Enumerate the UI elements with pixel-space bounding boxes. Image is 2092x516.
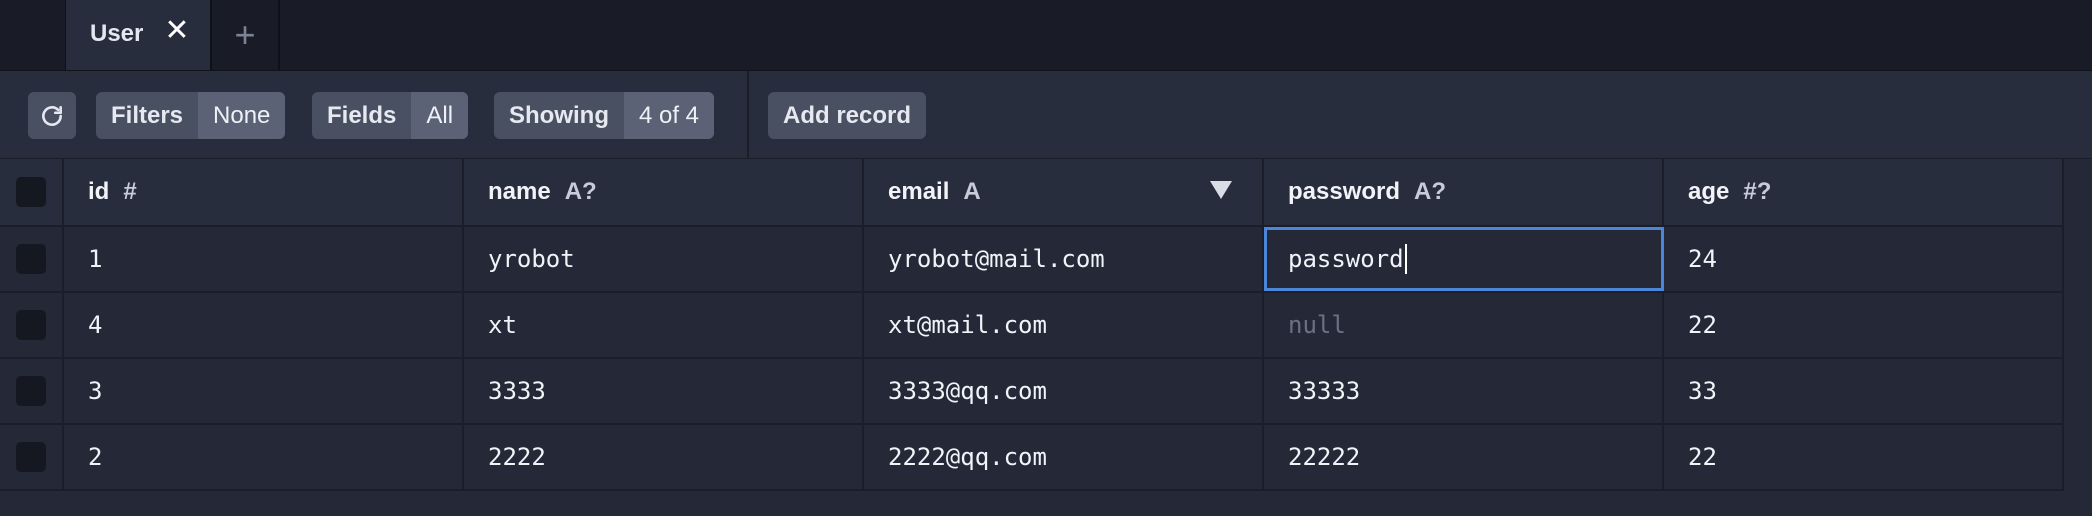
row-checkbox[interactable] xyxy=(16,310,46,340)
refresh-button[interactable] xyxy=(28,92,76,139)
cell-email[interactable]: xt@mail.com xyxy=(864,293,1264,357)
cell-password-null[interactable]: null xyxy=(1264,293,1664,357)
column-header-password[interactable]: password A? xyxy=(1264,159,1664,225)
column-type: #? xyxy=(1743,178,1772,205)
column-type: A? xyxy=(1414,178,1447,205)
column-type: A xyxy=(963,178,981,205)
cell-email[interactable]: yrobot@mail.com xyxy=(864,227,1264,291)
row-select-cell xyxy=(0,359,64,423)
table-row: 4 xt xt@mail.com null 22 xyxy=(0,293,2064,359)
cell-password[interactable]: 33333 xyxy=(1264,359,1664,423)
column-name: name xyxy=(488,178,551,205)
cell-password-editing[interactable]: password xyxy=(1264,227,1664,291)
toolbar-divider xyxy=(747,71,749,158)
tab-label: User xyxy=(90,20,144,47)
toolbar: Filters None Fields All Showing 4 of 4 A… xyxy=(0,71,2092,159)
cell-email[interactable]: 2222@qq.com xyxy=(864,425,1264,489)
row-select-cell xyxy=(0,425,64,489)
add-record-button[interactable]: Add record xyxy=(768,92,927,139)
column-name: email xyxy=(888,178,950,205)
showing-label: Showing xyxy=(509,101,609,129)
cell-age[interactable]: 22 xyxy=(1664,293,2064,357)
add-tab-button[interactable]: + xyxy=(212,0,280,70)
cell-password[interactable]: 22222 xyxy=(1264,425,1664,489)
cell-name[interactable]: 3333 xyxy=(464,359,864,423)
text-caret xyxy=(1404,244,1407,274)
row-checkbox[interactable] xyxy=(16,244,46,274)
showing-button[interactable]: Showing 4 of 4 xyxy=(494,92,715,139)
tab-bar: User ✕ + xyxy=(0,0,2092,71)
showing-value: 4 of 4 xyxy=(623,92,715,139)
cell-email[interactable]: 3333@qq.com xyxy=(864,359,1264,423)
cell-id[interactable]: 1 xyxy=(64,227,464,291)
select-all-cell xyxy=(0,159,64,225)
filters-button[interactable]: Filters None xyxy=(96,92,286,139)
table-row: 3 3333 3333@qq.com 33333 33 xyxy=(0,359,2064,425)
table-row: 2 2222 2222@qq.com 22222 22 xyxy=(0,425,2064,491)
table-row: 1 yrobot yrobot@mail.com password 24 xyxy=(0,227,2064,293)
table-header: id # name A? email A password A? age #? xyxy=(0,159,2064,227)
column-name: age xyxy=(1688,178,1730,205)
tab-user[interactable]: User ✕ xyxy=(66,0,212,70)
column-header-name[interactable]: name A? xyxy=(464,159,864,225)
column-header-age[interactable]: age #? xyxy=(1664,159,2064,225)
sort-desc-icon[interactable] xyxy=(1210,181,1232,199)
cell-name[interactable]: xt xyxy=(464,293,864,357)
cell-edit-value[interactable]: password xyxy=(1288,245,1404,273)
fields-label: Fields xyxy=(327,101,397,129)
row-checkbox[interactable] xyxy=(16,376,46,406)
cell-name[interactable]: yrobot xyxy=(464,227,864,291)
records-table: id # name A? email A password A? age #? … xyxy=(0,159,2064,491)
cell-id[interactable]: 4 xyxy=(64,293,464,357)
close-icon[interactable]: ✕ xyxy=(164,16,190,46)
column-name: id xyxy=(88,178,110,205)
row-select-cell xyxy=(0,227,64,291)
column-header-id[interactable]: id # xyxy=(64,159,464,225)
filters-value: None xyxy=(198,92,286,139)
column-name: password xyxy=(1288,178,1401,205)
filters-label: Filters xyxy=(111,101,184,129)
cell-age[interactable]: 22 xyxy=(1664,425,2064,489)
cell-id[interactable]: 2 xyxy=(64,425,464,489)
cell-name[interactable]: 2222 xyxy=(464,425,864,489)
tab-bar-spacer xyxy=(0,0,67,70)
cell-id[interactable]: 3 xyxy=(64,359,464,423)
fields-button[interactable]: Fields All xyxy=(312,92,469,139)
column-type: # xyxy=(123,178,137,205)
cell-age[interactable]: 24 xyxy=(1664,227,2064,291)
cell-age[interactable]: 33 xyxy=(1664,359,2064,423)
column-type: A? xyxy=(564,178,597,205)
fields-value: All xyxy=(411,92,469,139)
column-header-email[interactable]: email A xyxy=(864,159,1264,225)
select-all-checkbox[interactable] xyxy=(16,177,46,207)
row-checkbox[interactable] xyxy=(16,442,46,472)
refresh-icon xyxy=(42,105,62,126)
row-select-cell xyxy=(0,293,64,357)
